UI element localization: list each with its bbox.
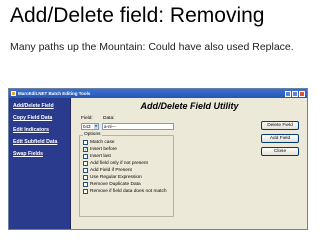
options-group: Options Match case ✓ Insert before Inser… — [79, 132, 174, 217]
option-label: Use Regular Expression — [90, 175, 142, 180]
minimize-icon[interactable] — [285, 90, 291, 97]
checkbox[interactable] — [83, 182, 88, 187]
slide-title: Add/Delete field: Removing — [10, 4, 265, 27]
sidebar-item-edit-subfield-data[interactable]: Edit Subfield Data — [9, 136, 70, 148]
data-input-value: a-nl--- — [104, 124, 116, 129]
slide-subtitle: Many paths up the Mountain: Could have a… — [10, 41, 294, 53]
option-use-regex[interactable]: Use Regular Expression — [83, 175, 142, 180]
options-legend: Options — [83, 132, 102, 137]
window-title: MarcEdit.NET Batch Editing Tools — [18, 91, 91, 96]
option-label: Match case — [90, 140, 115, 145]
sidebar-item-add-delete-field[interactable]: Add/Delete Field — [9, 100, 70, 112]
maximize-icon[interactable] — [292, 90, 298, 97]
option-insert-last[interactable]: Insert last — [83, 154, 111, 159]
sidebar-item-copy-field-data[interactable]: Copy Field Data — [9, 112, 70, 124]
option-add-if-not-present[interactable]: Add field only if not present — [83, 161, 148, 166]
option-insert-before[interactable]: ✓ Insert before — [83, 147, 117, 152]
option-match-case[interactable]: Match case — [83, 140, 115, 145]
option-label: Add Field if Present — [90, 168, 132, 173]
checkbox[interactable] — [83, 189, 88, 194]
close-button[interactable]: Close — [261, 147, 299, 156]
field-select[interactable]: 043 ▼ — [81, 123, 99, 130]
option-add-if-present[interactable]: Add Field if Present — [83, 168, 132, 173]
sidebar-item-edit-indicators[interactable]: Edit Indicators — [9, 124, 70, 136]
checkbox[interactable] — [83, 140, 88, 145]
checkbox-checked[interactable]: ✓ — [83, 147, 88, 152]
utility-panel: Add/Delete Field Utility Field: Data: 04… — [72, 98, 307, 229]
field-select-value: 043 — [83, 124, 91, 129]
window-controls — [285, 90, 305, 97]
batch-editing-window: MarcEdit.NET Batch Editing Tools Add/Del… — [8, 88, 308, 230]
close-icon[interactable] — [299, 90, 305, 97]
delete-field-button[interactable]: Delete Field — [261, 121, 299, 130]
option-label: Insert last — [90, 154, 111, 159]
sidebar-item-swap-fields[interactable]: Swap Fields — [9, 148, 70, 160]
data-input[interactable]: a-nl--- — [102, 123, 174, 130]
chevron-down-icon[interactable]: ▼ — [94, 124, 98, 129]
option-label: Remove Duplicate Data — [90, 182, 141, 187]
tools-sidebar: Add/Delete Field Copy Field Data Edit In… — [9, 98, 71, 229]
checkbox[interactable] — [83, 161, 88, 166]
option-label: Remove if field data does not match — [90, 189, 167, 194]
checkbox[interactable] — [83, 154, 88, 159]
option-remove-if-no-match[interactable]: Remove if field data does not match — [83, 189, 167, 194]
option-remove-duplicate[interactable]: Remove Duplicate Data — [83, 182, 141, 187]
app-icon — [11, 91, 16, 96]
option-label: Add field only if not present — [90, 161, 148, 166]
add-field-button[interactable]: Add Field — [261, 134, 299, 143]
checkbox[interactable] — [83, 175, 88, 180]
utility-title: Add/Delete Field Utility — [140, 101, 239, 111]
option-label: Insert before — [90, 147, 117, 152]
checkbox[interactable] — [83, 168, 88, 173]
field-label: Field: — [81, 116, 93, 121]
data-label: Data: — [103, 116, 115, 121]
window-titlebar[interactable]: MarcEdit.NET Batch Editing Tools — [9, 89, 307, 98]
